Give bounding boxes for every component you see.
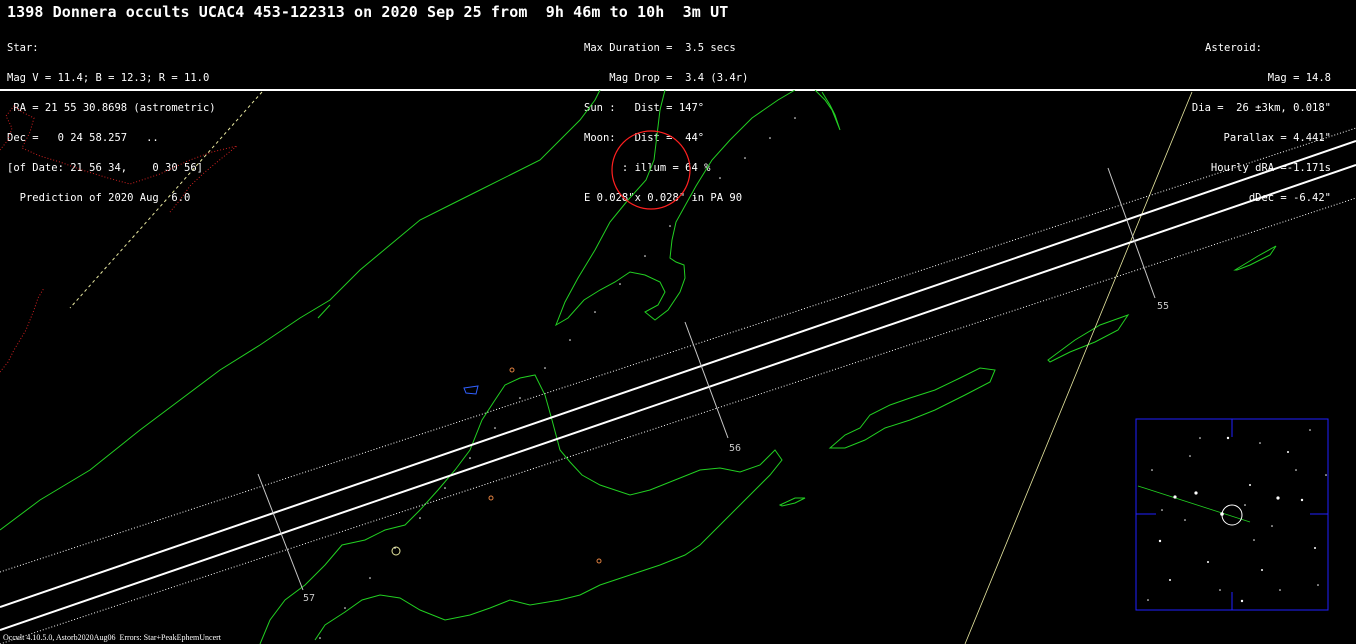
finder-chart [1135, 418, 1329, 611]
occultation-path-map: 55 56 57 [0, 90, 1356, 644]
time-label-55: 55 [1157, 301, 1169, 312]
asteroid-mag: Mag = 14.8 [1267, 72, 1331, 84]
lake [463, 385, 479, 395]
star-heading: Star: [7, 42, 39, 54]
observer-marker [596, 558, 602, 564]
time-label-57: 57 [303, 593, 315, 604]
coastline-north-bay [814, 90, 841, 131]
site-circle-marker [611, 130, 691, 210]
mag-drop: Mag Drop = 3.4 (3.4r) [584, 72, 749, 84]
country-border [0, 105, 238, 213]
island-4 [778, 497, 806, 507]
island-2 [1047, 314, 1130, 363]
time-tick-56 [684, 321, 729, 439]
country-border-west [0, 287, 45, 373]
star-magnitudes: Mag V = 11.4; B = 12.3; R = 11.0 [7, 72, 210, 84]
grid-line-dashed [69, 91, 263, 309]
coastline-peninsula [555, 90, 796, 327]
asteroid-heading: Asteroid: [1205, 42, 1262, 54]
center-line-dots [319, 117, 796, 639]
observer-marker [488, 495, 494, 501]
coastline-main [0, 90, 601, 531]
page-title: 1398 Donnera occults UCAC4 453-122313 on… [7, 3, 729, 21]
coastline-south [259, 374, 783, 644]
observer-marker [509, 367, 515, 373]
max-duration: Max Duration = 3.5 secs [584, 42, 736, 54]
coastline-diag [317, 304, 331, 319]
time-tick-57 [257, 473, 304, 591]
observer-marker [391, 546, 401, 556]
time-label-56: 56 [729, 443, 741, 454]
software-footer: Occult 4.10.5.0, Astorb2020Aug06 Errors:… [3, 633, 222, 642]
island-3 [1233, 245, 1277, 271]
island-1 [828, 367, 996, 449]
